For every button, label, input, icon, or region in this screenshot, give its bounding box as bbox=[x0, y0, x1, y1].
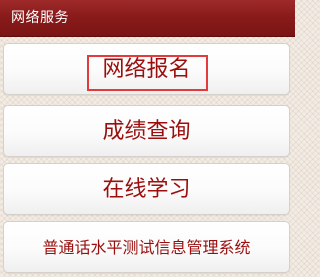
panel-header: 网络服务 bbox=[0, 0, 295, 37]
score-query-label: 成绩查询 bbox=[102, 119, 191, 144]
mandarin-test-system-button[interactable]: 普通话水平测试信息管理系统 bbox=[3, 221, 290, 273]
online-registration-label: 网络报名 bbox=[102, 57, 191, 82]
mandarin-test-system-label: 普通话水平测试信息管理系统 bbox=[42, 238, 251, 257]
score-query-button[interactable]: 成绩查询 bbox=[3, 105, 290, 157]
online-learning-button[interactable]: 在线学习 bbox=[3, 163, 290, 215]
online-learning-label: 在线学习 bbox=[102, 177, 191, 202]
online-registration-button[interactable]: 网络报名 bbox=[3, 43, 290, 95]
panel-title: 网络服务 bbox=[11, 10, 69, 26]
network-services-panel: 网络服务 网络报名 成绩查询 在线学习 普通话水平测试信息管理系统 bbox=[0, 0, 295, 277]
